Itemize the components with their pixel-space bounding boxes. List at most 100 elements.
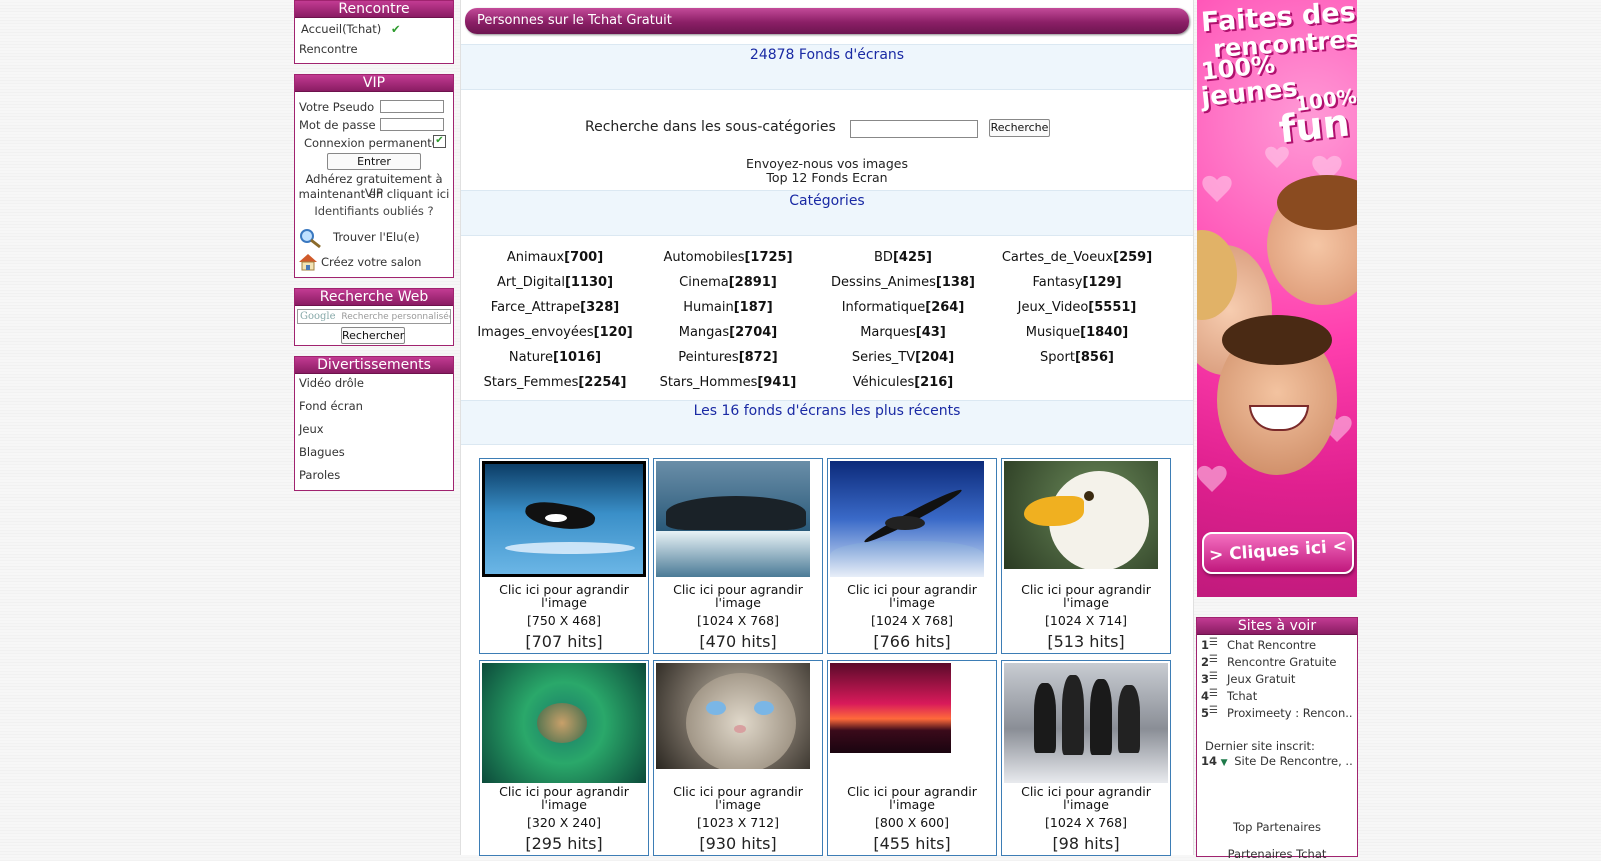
wallpaper-dimensions: [750 X 468] — [527, 613, 601, 628]
pseudo-input[interactable] — [380, 100, 444, 113]
wallpaper-card[interactable]: Clic ici pour agrandir l'image [320 X 240]… — [479, 660, 649, 856]
web-search-input[interactable]: Google Recherche personnalisée — [297, 309, 451, 324]
permanent-label: Connexion permanente — [304, 136, 439, 150]
top12-link[interactable]: Top 12 Fonds Ecran — [461, 170, 1193, 185]
category-link[interactable]: Sport[856] — [987, 350, 1167, 365]
category-link[interactable]: Marques[43] — [813, 325, 993, 340]
enlarge-link[interactable]: Clic ici pour agrandir l'image — [654, 785, 822, 811]
site-link[interactable]: 4 ☰ Tchat — [1201, 688, 1257, 703]
category-name: Stars_Femmes — [483, 375, 579, 390]
category-link[interactable]: Dessins_Animes[138] — [813, 275, 993, 290]
category-link[interactable]: Stars_Hommes[941] — [638, 375, 818, 390]
category-link[interactable]: Cartes_de_Voeux[259] — [987, 250, 1167, 265]
send-images-link[interactable]: Envoyez-nous vos images — [461, 156, 1193, 171]
nav-paroles[interactable]: Paroles — [299, 468, 340, 482]
web-search-button[interactable]: Rechercher — [341, 327, 405, 344]
wallpaper-thumbnail[interactable] — [1004, 461, 1158, 569]
partners-chat-link[interactable]: Partenaires Tchat — [1197, 847, 1357, 861]
site-link[interactable]: 3 ☰ Jeux Gratuit — [1201, 671, 1295, 686]
wallpaper-card[interactable]: Clic ici pour agrandir l'image [1024 X 768… — [827, 458, 997, 654]
nav-rencontre[interactable]: Rencontre — [299, 42, 358, 56]
enter-button[interactable]: Entrer — [327, 153, 421, 170]
subcategory-search-button[interactable]: Recherche — [989, 119, 1050, 137]
wallpaper-thumbnail[interactable] — [1004, 663, 1168, 783]
ad-banner[interactable]: Faites des rencontres 100% jeunes 100% f… — [1197, 0, 1357, 597]
enlarge-link[interactable]: Clic ici pour agrandir l'image — [1002, 785, 1170, 811]
category-name: Peintures — [678, 350, 739, 365]
last-site-link[interactable]: 14 ▼ Site De Rencontre, .. — [1201, 754, 1353, 768]
enlarge-link[interactable]: Clic ici pour agrandir l'image — [828, 583, 996, 609]
nav-fond-ecran[interactable]: Fond écran — [299, 399, 363, 413]
category-link[interactable]: BD[425] — [813, 250, 993, 265]
wallpaper-thumbnail[interactable] — [656, 663, 810, 769]
category-link[interactable]: Automobiles[1725] — [638, 250, 818, 265]
create-room-link[interactable]: Créez votre salon — [297, 252, 447, 272]
rencontre-title: Rencontre — [295, 1, 453, 18]
category-link[interactable]: Peintures[872] — [638, 350, 818, 365]
site-link[interactable]: 1 ☰ Chat Rencontre — [1201, 637, 1317, 652]
category-count: [1016] — [553, 350, 602, 365]
site-link[interactable]: 5 ☰ Proximeety : Rencon.. — [1201, 705, 1353, 720]
forgot-link[interactable]: Identifiants oubliés ? — [295, 204, 453, 218]
category-link[interactable]: Animaux[700] — [465, 250, 645, 265]
wallpaper-thumbnail[interactable] — [830, 461, 984, 577]
wallpaper-card[interactable]: Clic ici pour agrandir l'image [750 X 468]… — [479, 458, 649, 654]
category-count: [1840] — [1080, 325, 1129, 340]
category-link[interactable]: Images_envoyées[120] — [465, 325, 645, 340]
category-link[interactable]: Stars_Femmes[2254] — [465, 375, 645, 390]
wallpaper-thumbnail[interactable] — [482, 663, 646, 783]
enlarge-link-line2: l'image — [715, 595, 761, 610]
category-link[interactable]: Cinema[2891] — [638, 275, 818, 290]
categories-title: Catégories — [789, 193, 865, 209]
wallpaper-card[interactable]: Clic ici pour agrandir l'image [1024 X 768… — [1001, 660, 1171, 856]
ad-cta-button[interactable]: > Cliques ici < — [1202, 532, 1354, 574]
create-room-label: Créez votre salon — [321, 255, 422, 269]
password-input[interactable] — [380, 118, 444, 131]
nav-video-drole[interactable]: Vidéo drôle — [299, 376, 364, 390]
category-count: [2891] — [728, 275, 777, 290]
nav-blagues[interactable]: Blagues — [299, 445, 345, 459]
wallpaper-count-title: 24878 Fonds d'écrans — [749, 47, 905, 63]
category-link[interactable]: Musique[1840] — [987, 325, 1167, 340]
enlarge-link[interactable]: Clic ici pour agrandir l'image — [480, 583, 648, 609]
enlarge-link-line2: l'image — [541, 595, 587, 610]
wallpaper-card[interactable]: Clic ici pour agrandir l'image [1023 X 712… — [653, 660, 823, 856]
permanent-checkbox[interactable]: ✔ — [433, 135, 446, 148]
chat-header-bar[interactable]: Personnes sur le Tchat Gratuit — [465, 8, 1189, 34]
category-link[interactable]: Humain[187] — [638, 300, 818, 315]
category-link[interactable]: Farce_Attrape[328] — [465, 300, 645, 315]
site-link[interactable]: 2 ☰ Rencontre Gratuite — [1201, 654, 1336, 669]
category-link[interactable]: Nature[1016] — [465, 350, 645, 365]
wallpaper-thumbnail[interactable] — [830, 663, 951, 753]
category-count: [187] — [733, 300, 773, 315]
subcategory-search-input[interactable] — [850, 120, 978, 138]
wallpaper-hits: [98 hits] — [1052, 834, 1120, 853]
site-name: Chat Rencontre — [1227, 638, 1317, 652]
find-match-link[interactable]: Trouver l'Elu(e) — [297, 227, 447, 249]
wallpaper-thumbnail[interactable] — [656, 461, 810, 577]
category-link[interactable]: Art_Digital[1130] — [465, 275, 645, 290]
nav-accueil-tchat[interactable]: Accueil(Tchat) ✔ — [301, 22, 401, 36]
category-count: [1130] — [564, 275, 614, 290]
wallpaper-thumbnail[interactable] — [482, 461, 646, 577]
wallpaper-card[interactable]: Clic ici pour agrandir l'image [1024 X 768… — [653, 458, 823, 654]
top-partners-link[interactable]: Top Partenaires — [1197, 820, 1357, 834]
enlarge-link[interactable]: Clic ici pour agrandir l'image — [828, 785, 996, 811]
category-link[interactable]: Fantasy[129] — [987, 275, 1167, 290]
enlarge-link[interactable]: Clic ici pour agrandir l'image — [1002, 583, 1170, 609]
nav-jeux[interactable]: Jeux — [299, 422, 324, 436]
category-link[interactable]: Jeux_Video[5551] — [987, 300, 1167, 315]
category-count: [872] — [738, 350, 778, 365]
category-name: Cinema — [679, 275, 729, 290]
category-link[interactable]: Véhicules[216] — [813, 375, 993, 390]
category-link[interactable]: Mangas[2704] — [638, 325, 818, 340]
list-icon: ☰ — [1209, 705, 1218, 716]
wallpaper-card[interactable]: Clic ici pour agrandir l'image [1024 X 714… — [1001, 458, 1171, 654]
category-link[interactable]: Informatique[264] — [813, 300, 993, 315]
enlarge-link[interactable]: Clic ici pour agrandir l'image — [654, 583, 822, 609]
category-link[interactable]: Series_TV[204] — [813, 350, 993, 365]
web-search-title: Recherche Web — [295, 289, 453, 306]
wallpaper-card[interactable]: Clic ici pour agrandir l'image [800 X 600]… — [827, 660, 997, 856]
join-text-line2[interactable]: maintenant en cliquant ici — [295, 187, 453, 201]
enlarge-link[interactable]: Clic ici pour agrandir l'image — [480, 785, 648, 811]
